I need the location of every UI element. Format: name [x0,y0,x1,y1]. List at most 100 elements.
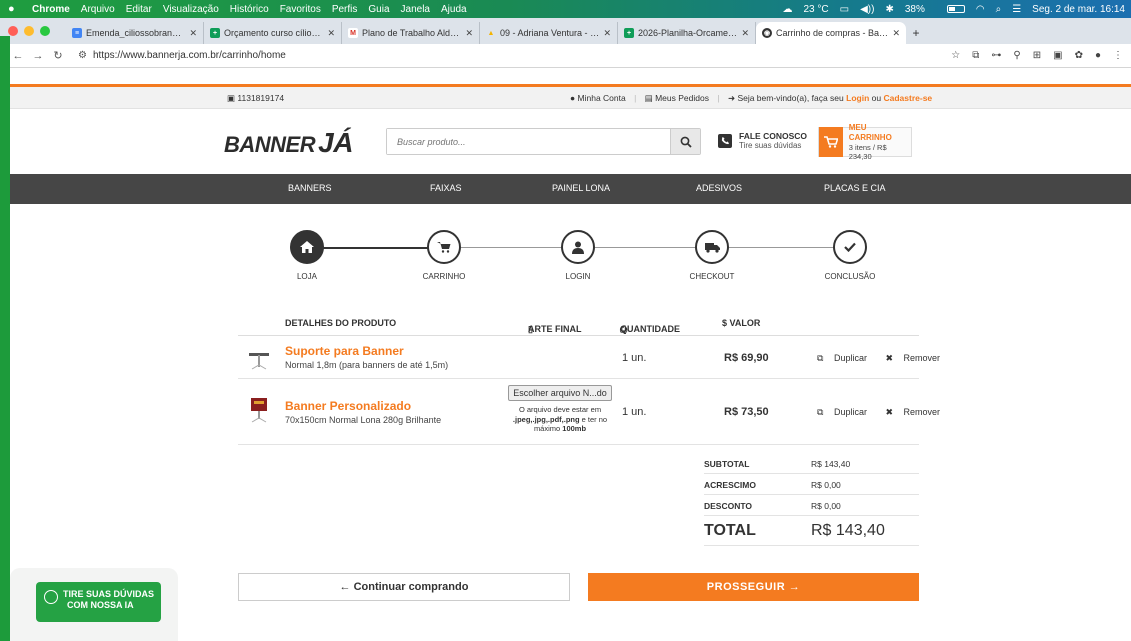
browser-tab[interactable]: M Plano de Trabalho Aldeia do ✕ [342,22,480,44]
copy-icon: ⧉ [817,407,824,417]
menu-janela[interactable]: Janela [401,4,430,15]
url-field[interactable]: ⚙ https://www.bannerja.com.br/carrinho/h… [78,50,286,61]
home-icon [290,230,324,264]
ai-chat-button[interactable]: TIRE SUAS DÚVIDAS COM NOSSA IA [36,582,161,622]
password-key-icon[interactable]: ⊶ [991,50,1001,61]
apple-icon[interactable]: ● [8,3,20,15]
step-carrinho[interactable]: CARRINHO [404,230,484,281]
profile-avatar-icon[interactable]: ● [1095,50,1101,61]
product-price: R$ 73,50 [724,406,769,418]
duplicate-label: Duplicar [833,407,867,417]
product-description: 70x150cm Normal Lona 280g Brilhante [285,415,442,425]
forward-arrow-icon[interactable]: → [30,50,46,62]
reload-icon[interactable]: ↻ [50,49,66,62]
battery-icon[interactable] [936,4,965,15]
menu-arquivo[interactable]: Arquivo [81,4,115,15]
product-name[interactable]: Banner Personalizado [285,399,411,413]
nav-banners[interactable]: BANNERS [288,183,332,193]
register-link[interactable]: Cadastre-se [883,93,932,103]
product-name[interactable]: Suporte para Banner [285,344,404,358]
cart-title: MEU CARRINHO [848,123,892,142]
spotlight-icon[interactable]: ⌕ [996,4,1002,15]
browser-tab-active[interactable]: ◉ Carrinho de compras - Banne ✕ [756,22,906,44]
step-loja[interactable]: LOJA [267,230,347,281]
proceed-button[interactable]: PROSSEGUIR → [588,573,919,601]
continue-shopping-button[interactable]: ← Continuar comprando [238,573,570,601]
location-pin-icon[interactable]: ⚲ [1013,50,1020,61]
close-tab-icon[interactable]: ✕ [327,28,335,39]
menu-favoritos[interactable]: Favoritos [280,4,321,15]
url-text[interactable]: https://www.bannerja.com.br/carrinho/hom… [93,50,286,61]
my-account-link[interactable]: Minha Conta [578,93,626,103]
contact-link[interactable]: FALE CONOSCO Tire suas dúvidas [718,131,807,150]
file-note-text: O arquivo deve estar em [518,405,602,414]
close-tab-icon[interactable]: ✕ [189,28,197,39]
nav-painel-lona[interactable]: PAINEL LONA [552,183,610,193]
weather-status[interactable]: 23 °C [804,4,829,15]
ai-icon[interactable]: ✿ [1075,50,1083,61]
browser-tab[interactable]: + Orçamento curso cílios/sobra ✕ [204,22,342,44]
login-link[interactable]: Login [846,93,869,103]
menu-editar[interactable]: Editar [126,4,152,15]
menu-perfis[interactable]: Perfis [332,4,358,15]
clock[interactable]: Seg. 2 de mar. 16:14 [1032,4,1125,15]
nav-faixas[interactable]: FAIXAS [430,183,462,193]
menu-historico[interactable]: Histórico [230,4,269,15]
browser-tab[interactable]: ▲ 09 - Adriana Ventura - Saúde ✕ [480,22,618,44]
browser-tab[interactable]: + 2026-Planilha-Orcamentaria ✕ [618,22,756,44]
duplicate-label: Duplicar [833,353,867,363]
menu-visualizacao[interactable]: Visualização [163,4,219,15]
close-tab-icon[interactable]: ✕ [465,28,473,39]
menu-ajuda[interactable]: Ajuda [441,4,467,15]
remove-button[interactable]: ✖ Remover [885,353,948,363]
extensions-icon[interactable]: ⧉ [972,50,979,61]
duplicate-button[interactable]: ⧉ Duplicar [817,407,875,417]
step-conclusao[interactable]: CONCLUSÃO [810,230,890,281]
menu-guia[interactable]: Guia [368,4,389,15]
close-tab-icon[interactable]: ✕ [741,28,749,39]
bluetooth-icon[interactable]: ✱ [885,4,893,15]
close-window-button[interactable] [8,26,18,36]
search-input[interactable] [387,129,670,154]
wifi-icon[interactable]: ◠ [976,4,985,15]
screen-icon[interactable]: ▭ [840,4,849,15]
tab-title: 09 - Adriana Ventura - Saúde [500,28,599,38]
site-settings-icon[interactable]: ⚙ [78,50,87,61]
divider: | [634,93,637,103]
back-arrow-icon[interactable]: ← [10,50,26,62]
cart-widget[interactable]: MEU CARRINHO 3 itens / R$ 234,30 [818,123,912,161]
close-tab-icon[interactable]: ✕ [892,28,900,39]
cloud-icon[interactable]: ☁ [783,4,793,15]
my-orders-link[interactable]: Meus Pedidos [655,93,709,103]
window-controls [8,18,56,44]
category-nav: BANNERS FAIXAS PAINEL LONA ADESIVOS PLAC… [0,174,1131,204]
volume-icon[interactable]: ◀)) [860,4,874,15]
search-button[interactable] [670,129,700,154]
close-tab-icon[interactable]: ✕ [603,28,611,39]
more-menu-icon[interactable]: ⋮ [1113,50,1123,61]
step-checkout[interactable]: CHECKOUT [672,230,752,281]
nav-placas[interactable]: PLACAS E CIA [824,183,886,193]
menu-chrome[interactable]: Chrome [32,4,70,15]
battery-percent[interactable]: 38% [905,4,925,15]
copy-icon: ⧉ [817,353,824,363]
new-tab-button[interactable]: + [906,22,926,44]
tab-title: Plano de Trabalho Aldeia do [362,28,462,38]
file-upload-button[interactable]: Escolher arquivo N...do [508,385,612,401]
browser-tab[interactable]: ≡ Emenda_ciliossobrancelhas ✕ [66,22,204,44]
remove-button[interactable]: ✖ Remover [885,407,948,417]
site-logo[interactable]: BANNER JÁ [224,127,353,159]
totals-table: SUBTOTAL R$ 143,40 ACRESCIMO R$ 0,00 DES… [704,453,919,546]
maximize-window-button[interactable] [40,26,50,36]
desconto-label: DESCONTO [704,501,753,511]
minimize-window-button[interactable] [24,26,34,36]
tab-search-icon[interactable]: ▣ [1053,50,1062,61]
control-center-icon[interactable]: ☰ [1012,4,1021,15]
nav-adesivos[interactable]: ADESIVOS [696,183,742,193]
step-login[interactable]: LOGIN [538,230,618,281]
grid-icon[interactable]: ⊞ [1033,50,1041,61]
subtotal-label: SUBTOTAL [704,459,750,469]
bookmark-star-icon[interactable]: ☆ [951,50,960,61]
duplicate-button[interactable]: ⧉ Duplicar [817,353,875,363]
banner-thumbnail [251,398,267,423]
